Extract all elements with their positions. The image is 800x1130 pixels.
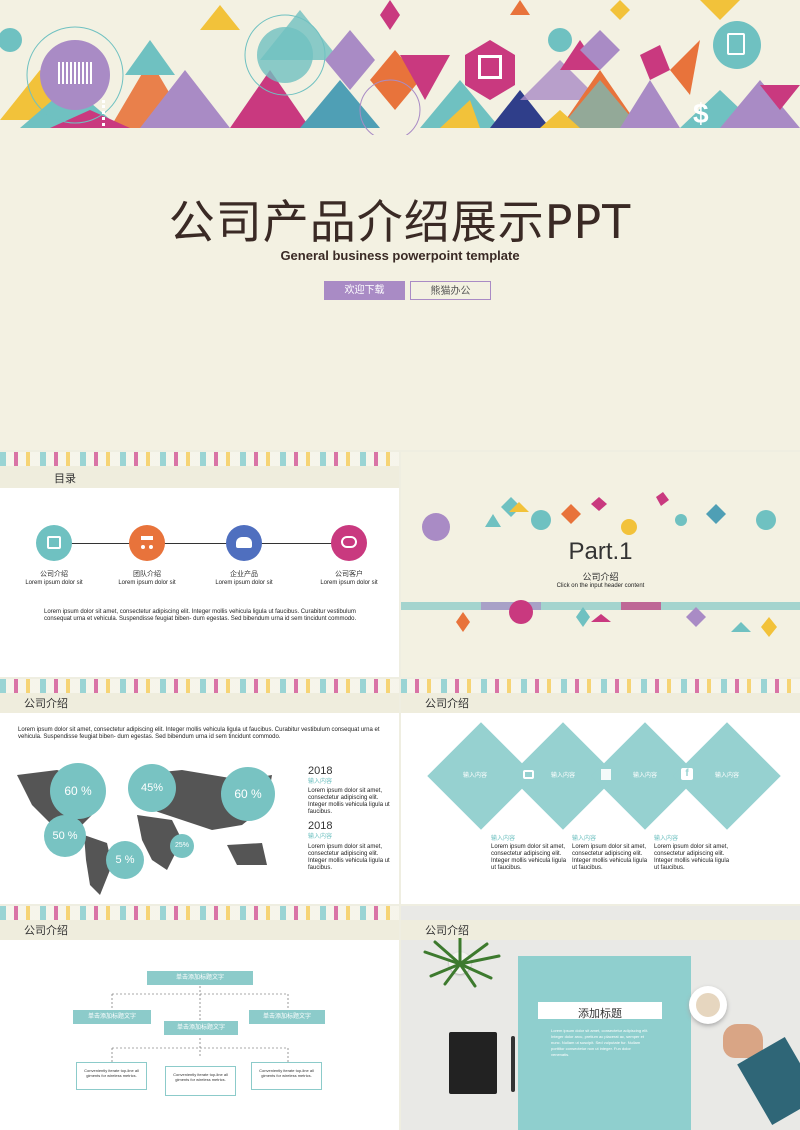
- column-label: 输入内容: [491, 836, 516, 842]
- stat-bubble: 60 %: [221, 767, 275, 821]
- toc-circle-3[interactable]: [226, 525, 262, 561]
- photo-card-body: Lorem ipsum dolor sit amet, consectetur …: [551, 1028, 649, 1057]
- cover-slide: $ 公司产品介绍展示PPT General business powerpoin…: [0, 0, 800, 450]
- download-button[interactable]: 欢迎下载: [324, 281, 405, 300]
- toc-item-label: 团队介绍: [133, 571, 161, 578]
- part-slide: Part.1 公司介绍 Click on the input header co…: [401, 452, 800, 677]
- pattern-strip: [0, 679, 399, 693]
- diamond-slide: 公司介绍 输入内容 输入内容 输入内容 输入内容 f 输入内容 Lorem ip…: [401, 679, 800, 904]
- org-right-box[interactable]: 单击添加标题文字: [249, 1010, 325, 1024]
- org-leaf-box[interactable]: Conveniently iterate top-line all giment…: [165, 1066, 236, 1096]
- diamond-label: 输入内容: [551, 773, 576, 779]
- coffee-foam: [696, 993, 720, 1017]
- org-left-box[interactable]: 单击添加标题文字: [73, 1010, 151, 1024]
- film-icon: [601, 769, 611, 780]
- barcode-icon: [58, 62, 92, 84]
- cover-subtitle: General business powerpoint template: [280, 248, 520, 263]
- toc-item-sub: Lorem ipsum dolor sit: [25, 580, 83, 586]
- part-title: Part.1: [568, 538, 633, 565]
- toc-slide: 目录 公司介绍 Lorem ipsum dolor sit 团队介绍 Lorem…: [0, 452, 399, 677]
- org-chart-icon: [141, 536, 153, 549]
- calendar-icon: [47, 536, 61, 549]
- dollar-icon: $: [693, 98, 709, 129]
- org-leaf-box[interactable]: Conveniently iterate top-line all giment…: [76, 1062, 147, 1090]
- diamond-header-bar: 公司介绍: [401, 693, 800, 713]
- map-header-bar: 公司介绍: [0, 693, 399, 713]
- diamond-label: 输入内容: [715, 773, 740, 779]
- entry-year: 2018: [308, 820, 333, 832]
- toc-circle-1[interactable]: [36, 525, 72, 561]
- diamond-label: 输入内容: [463, 773, 488, 779]
- map-slide: 公司介绍 Lorem ipsum dolor sit amet, consect…: [0, 679, 399, 904]
- org-leaf-box[interactable]: Conveniently iterate top-line all giment…: [251, 1062, 322, 1090]
- column-label: 输入内容: [572, 836, 597, 842]
- diamond-label: 输入内容: [633, 773, 658, 779]
- stat-bubble: 50 %: [44, 815, 86, 857]
- facebook-icon: f: [681, 768, 693, 780]
- org-slide: 公司介绍 单击添加标题文字 单击添加标题文字 单击添加标题文字 单击添加标题文字…: [0, 906, 399, 1130]
- notebook: [449, 1032, 497, 1094]
- column-label: 输入内容: [654, 836, 679, 842]
- toc-circle-4[interactable]: [331, 525, 367, 561]
- entry-text: Lorem ipsum dolor sit amet, consectetur …: [308, 844, 390, 871]
- toc-header: 目录: [54, 473, 76, 485]
- map-header: 公司介绍: [24, 698, 68, 710]
- stat-bubble: 5 %: [106, 841, 144, 879]
- pattern-strip: [0, 452, 399, 466]
- org-top-box[interactable]: 单击添加标题文字: [147, 971, 253, 985]
- toc-item-label: 公司介绍: [40, 571, 68, 578]
- box-icon: [478, 55, 502, 79]
- toc-item-sub: Lorem ipsum dolor sit: [320, 580, 378, 586]
- pen: [511, 1036, 515, 1092]
- photo-card-title: 添加标题: [578, 1008, 622, 1020]
- toc-line: [54, 543, 348, 544]
- pattern-strip: [401, 679, 800, 693]
- map-body: Lorem ipsum dolor sit amet, consectetur …: [18, 727, 380, 740]
- photo-header: 公司介绍: [425, 925, 469, 937]
- camera-icon: [523, 770, 534, 779]
- toc-header-bar: 目录: [0, 466, 399, 488]
- org-center-box[interactable]: 单击添加标题文字: [164, 1021, 238, 1035]
- toc-item-label: 公司客户: [335, 571, 363, 578]
- plant-leaves: [423, 938, 501, 988]
- users-icon: [236, 537, 252, 548]
- toc-item-label: 企业产品: [230, 571, 258, 578]
- stat-bubble: 45%: [128, 764, 176, 812]
- column-text: Lorem ipsum dolor sit amet, consectetur …: [654, 844, 730, 871]
- brand-button[interactable]: 熊猫办公: [410, 281, 491, 300]
- diamond-header: 公司介绍: [425, 698, 469, 710]
- document-icon: [727, 33, 745, 55]
- entry-text: Lorem ipsum dolor sit amet, consectetur …: [308, 788, 390, 815]
- stat-bubble: 60 %: [50, 763, 106, 819]
- toc-circle-2[interactable]: [129, 525, 165, 561]
- toc-body: Lorem ipsum dolor sit amet, consectetur …: [44, 609, 357, 622]
- cover-title: 公司产品介绍展示PPT: [168, 195, 632, 249]
- part-subtitle: 公司介绍: [582, 572, 619, 582]
- column-text: Lorem ipsum dolor sit amet, consectetur …: [572, 844, 648, 871]
- photo-header-bar: 公司介绍: [401, 920, 800, 940]
- checklist-icon: [102, 100, 128, 126]
- org-connectors: [111, 986, 289, 1062]
- entry-label: 输入内容: [308, 834, 333, 840]
- coffee-cup: [689, 986, 727, 1024]
- stat-bubble: 25%: [170, 834, 194, 858]
- column-text: Lorem ipsum dolor sit amet, consectetur …: [491, 844, 567, 871]
- toc-item-sub: Lorem ipsum dolor sit: [215, 580, 273, 586]
- part-caption: Click on the input header content: [556, 583, 645, 589]
- chat-icon: [341, 536, 357, 548]
- entry-label: 输入内容: [308, 779, 333, 785]
- entry-year: 2018: [308, 765, 333, 777]
- photo-slide: 公司介绍 添加标题 Lorem ipsum dolor sit amet, co…: [401, 906, 800, 1130]
- toc-item-sub: Lorem ipsum dolor sit: [118, 580, 176, 586]
